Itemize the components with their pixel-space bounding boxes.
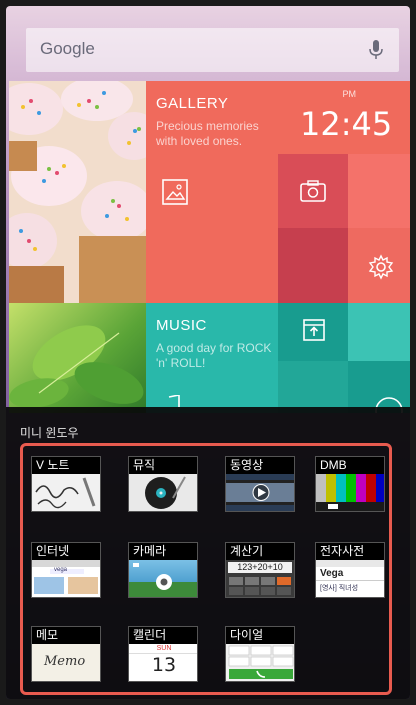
music-title: MUSIC	[156, 317, 207, 334]
mic-icon[interactable]	[365, 38, 387, 62]
store-tile[interactable]	[278, 303, 348, 361]
dialpad-icon	[225, 644, 295, 682]
app-label: DMB	[315, 456, 385, 474]
mini-app-vnote[interactable]: V 노트	[31, 456, 101, 512]
gallery-tile[interactable]: GALLERY Precious memories with loved one…	[146, 81, 278, 303]
app-label: V 노트	[31, 456, 101, 474]
app-label: 캘린더	[128, 626, 198, 644]
gallery-subtitle: Precious memories with loved ones.	[156, 119, 259, 148]
clock-ampm: PM	[342, 89, 357, 99]
tile-accent-1	[348, 154, 410, 228]
camera-icon	[128, 560, 198, 598]
gallery-icon	[162, 179, 188, 205]
mini-window-drawer: 미니 윈도우 V 노트 뮤직 동영상 DMB 인터넷 vega 카메라 계산기 …	[6, 407, 410, 699]
music-subtitle: A good day for ROCK 'n' ROLL!	[156, 341, 272, 370]
app-label: 메모	[31, 626, 101, 644]
calculator-icon: 123+20+10	[225, 560, 295, 598]
calendar-date: 13	[151, 654, 177, 676]
mini-app-video[interactable]: 동영상	[225, 456, 295, 512]
gallery-title: GALLERY	[156, 95, 229, 112]
settings-tile[interactable]	[348, 228, 410, 303]
mini-app-internet[interactable]: 인터넷 vega	[31, 542, 101, 598]
cupcakes-image	[9, 81, 146, 303]
vinyl-record-icon	[128, 474, 198, 512]
search-label: Google	[40, 39, 95, 58]
memo-icon: Memo	[31, 644, 101, 682]
store-icon	[303, 319, 325, 341]
mini-app-memo[interactable]: 메모 Memo	[31, 626, 101, 682]
app-label: 계산기	[225, 542, 295, 560]
mini-app-dmb[interactable]: DMB	[315, 456, 385, 512]
calendar-day: SUN	[129, 644, 197, 654]
app-label: 카메라	[128, 542, 198, 560]
app-label: 인터넷	[31, 542, 101, 560]
camera-tile[interactable]	[278, 154, 348, 228]
mini-app-calendar[interactable]: 캘린더 SUN 13	[128, 626, 198, 682]
mini-app-camera[interactable]: 카메라	[128, 542, 198, 598]
mini-app-music[interactable]: 뮤직	[128, 456, 198, 512]
home-screen: Google GALLERY Precious memories with lo…	[6, 6, 410, 699]
app-label: 다이얼	[225, 626, 295, 644]
camera-icon	[300, 180, 326, 202]
tv-color-bars-icon	[315, 474, 385, 512]
mini-app-dictionary[interactable]: 전자사전 Vega [영사] 직녀성	[315, 542, 385, 598]
handwriting-note-icon	[31, 474, 101, 512]
leaves-image	[9, 325, 144, 408]
dictionary-entry: [영사] 직녀성	[320, 585, 359, 592]
app-label: 뮤직	[128, 456, 198, 474]
tile-accent-3	[348, 303, 410, 361]
photo-tile-cupcakes[interactable]	[9, 81, 146, 303]
tile-accent-5	[348, 361, 410, 413]
calendar-icon: SUN 13	[128, 644, 198, 682]
drawer-title: 미니 윈도우	[20, 426, 79, 440]
mini-window-grid: V 노트 뮤직 동영상 DMB 인터넷 vega 카메라 계산기 123+20+…	[20, 443, 392, 695]
browser-logo-text: vega	[54, 567, 68, 573]
gear-icon	[368, 254, 394, 280]
mini-app-dialer[interactable]: 다이얼	[225, 626, 295, 682]
memo-text: Memo	[44, 654, 86, 669]
tile-accent-4	[278, 361, 348, 413]
browser-icon: vega	[31, 560, 101, 598]
video-play-icon	[225, 474, 295, 512]
dictionary-icon: Vega [영사] 직녀성	[315, 560, 385, 598]
app-label: 전자사전	[315, 542, 385, 560]
google-search-bar[interactable]: Google	[26, 28, 399, 72]
music-tile[interactable]: MUSIC A good day for ROCK 'n' ROLL!	[146, 303, 278, 413]
dictionary-word: Vega	[320, 568, 344, 579]
mini-app-calculator[interactable]: 계산기 123+20+10	[225, 542, 295, 598]
clock-widget[interactable]: PM 12:45	[278, 81, 410, 154]
app-label: 동영상	[225, 456, 295, 474]
photo-tile-leaves[interactable]	[9, 303, 146, 413]
tile-accent-2	[278, 228, 348, 303]
clock-time: 12:45	[300, 105, 393, 143]
